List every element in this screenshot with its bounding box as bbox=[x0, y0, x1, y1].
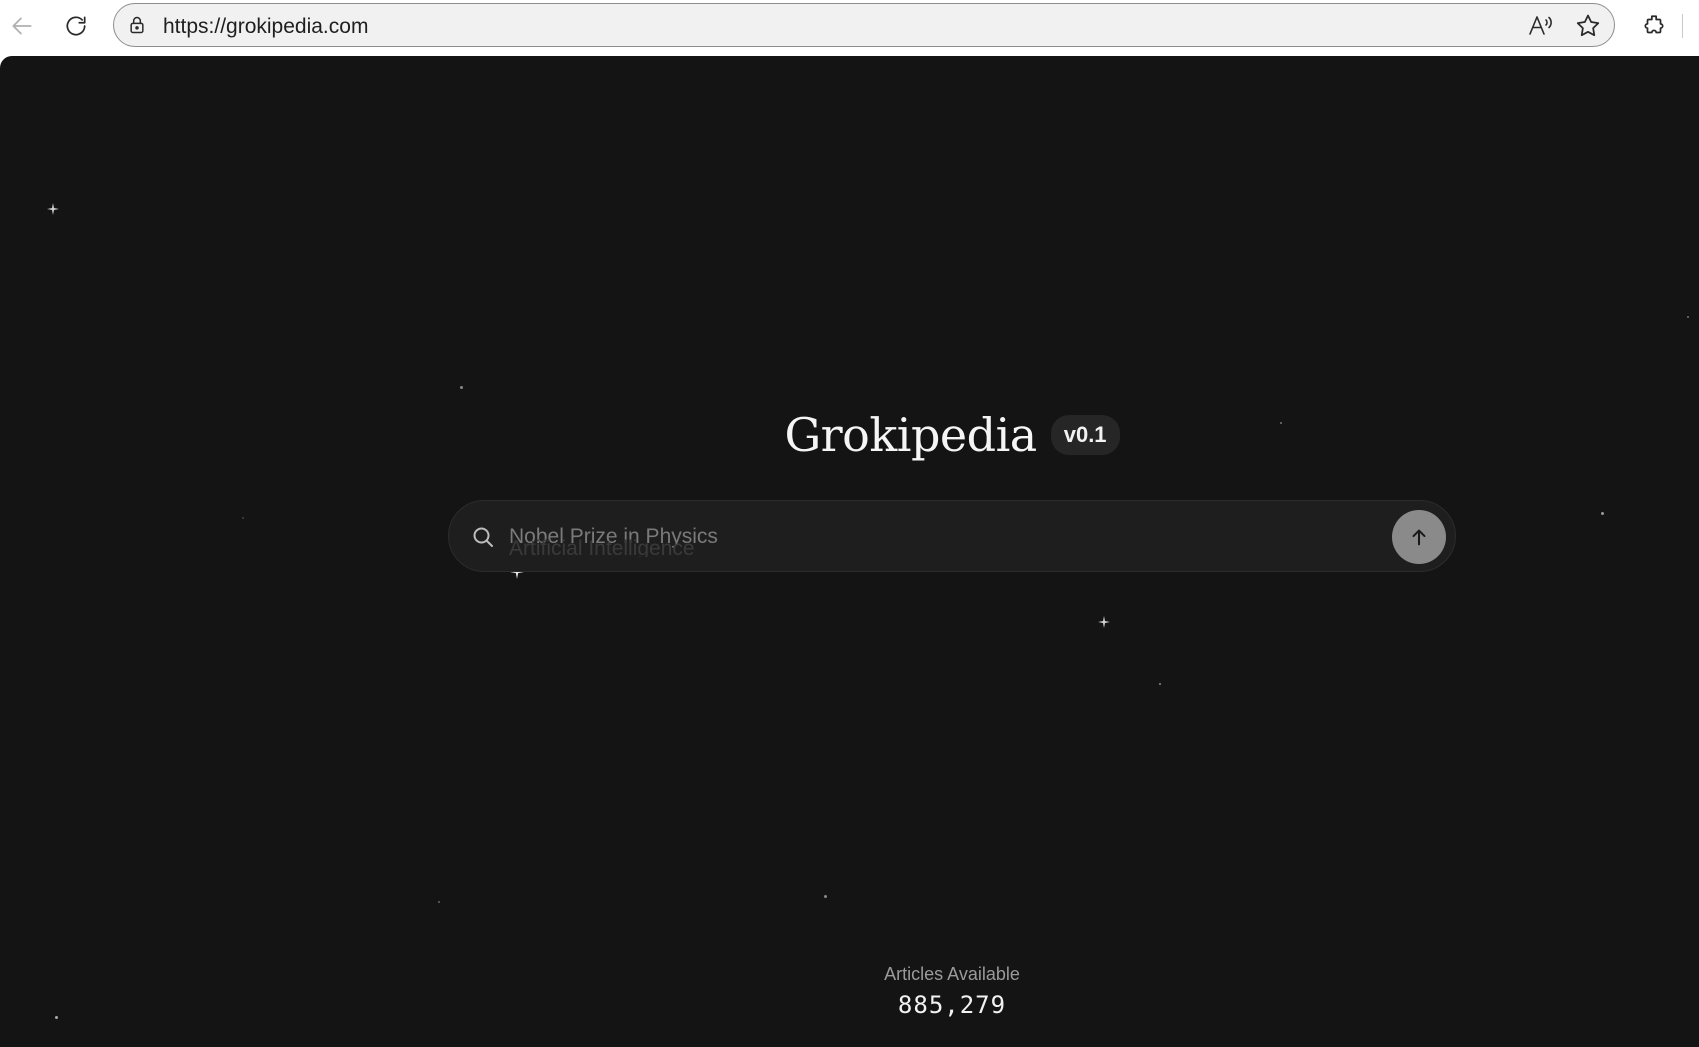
star-dot bbox=[242, 517, 244, 519]
articles-stats: Articles Available 885,279 bbox=[0, 964, 1699, 1019]
sparkle-icon bbox=[1098, 616, 1110, 628]
toolbar-divider bbox=[1682, 14, 1683, 38]
favorite-star-icon bbox=[1576, 14, 1600, 37]
articles-label: Articles Available bbox=[884, 964, 1020, 984]
back-button[interactable] bbox=[4, 8, 40, 44]
sparkle-icon bbox=[47, 203, 59, 215]
star-dot bbox=[460, 386, 463, 389]
star-dot bbox=[438, 901, 440, 903]
search-submit-button[interactable] bbox=[1392, 510, 1446, 564]
search-bar[interactable]: Artificial Intelligence bbox=[448, 500, 1456, 572]
browser-toolbar: https://grokipedia.com bbox=[0, 0, 1699, 56]
articles-count: 885,279 bbox=[897, 991, 1007, 1019]
star-dot bbox=[1159, 683, 1161, 685]
search-input[interactable] bbox=[507, 517, 1391, 557]
extensions-icon bbox=[1644, 15, 1664, 34]
refresh-icon bbox=[66, 16, 86, 36]
lock-icon bbox=[130, 16, 144, 34]
read-aloud-icon bbox=[1529, 16, 1552, 35]
read-aloud-button[interactable] bbox=[1527, 12, 1555, 40]
url-text[interactable]: https://grokipedia.com bbox=[163, 15, 368, 39]
address-bar[interactable]: https://grokipedia.com bbox=[113, 3, 1615, 47]
site-title: Grokipedia bbox=[784, 408, 1037, 462]
back-icon bbox=[12, 17, 32, 35]
extensions-button[interactable] bbox=[1636, 8, 1672, 44]
page-viewport: Grokipedia v0.1 Artificial Intelligence … bbox=[0, 56, 1699, 1047]
hero-header: Grokipedia v0.1 bbox=[0, 408, 1699, 462]
star-dot bbox=[824, 895, 827, 898]
favorite-button[interactable] bbox=[1574, 12, 1602, 40]
star-dot bbox=[1687, 316, 1689, 318]
search-icon bbox=[473, 527, 493, 547]
version-badge: v0.1 bbox=[1050, 415, 1120, 455]
refresh-button[interactable] bbox=[58, 8, 94, 44]
arrow-up-icon bbox=[1412, 529, 1426, 546]
star-dot bbox=[1601, 512, 1604, 515]
